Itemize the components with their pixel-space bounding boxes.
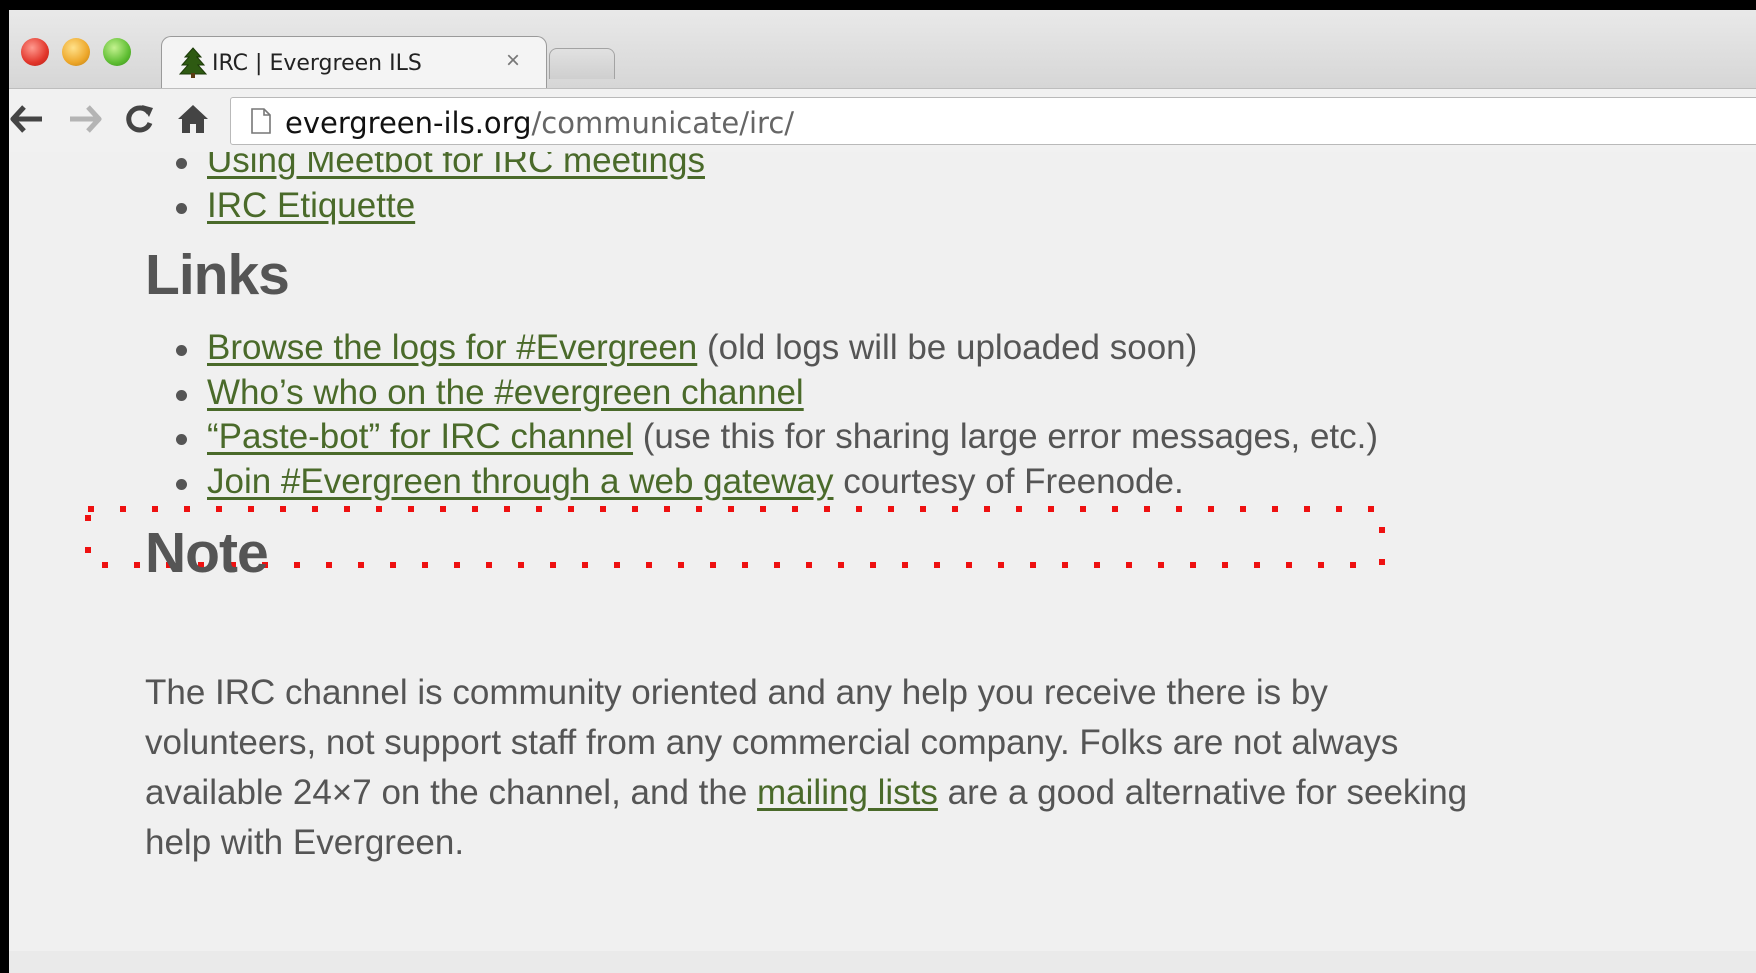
bullet-icon bbox=[176, 203, 187, 214]
bullet-icon bbox=[176, 434, 187, 445]
bullet-icon bbox=[176, 479, 187, 490]
tab-title: IRC | Evergreen ILS bbox=[212, 51, 422, 76]
reload-button[interactable] bbox=[119, 99, 159, 139]
browse-logs-note: (old logs will be uploaded soon) bbox=[697, 328, 1198, 367]
evergreen-tree-favicon-icon bbox=[178, 47, 208, 78]
page-footer-strip bbox=[9, 951, 1756, 973]
url-host: evergreen-ils.org bbox=[285, 106, 532, 140]
new-tab-button[interactable] bbox=[549, 48, 615, 79]
page-icon bbox=[251, 108, 271, 134]
page-content: Using Meetbot for IRC meetings IRC Etiqu… bbox=[9, 152, 1756, 973]
irc-etiquette-link[interactable]: IRC Etiquette bbox=[207, 186, 415, 225]
paste-bot-note: (use this for sharing large error messag… bbox=[633, 417, 1379, 456]
back-button[interactable] bbox=[7, 99, 47, 139]
whos-who-link[interactable]: Who’s who on the #evergreen channel bbox=[207, 373, 804, 412]
browser-tab-active[interactable]: IRC | Evergreen ILS × bbox=[161, 36, 547, 89]
dotted-highlight-box bbox=[85, 506, 1385, 568]
home-icon bbox=[178, 105, 208, 133]
note-paragraph: The IRC channel is community oriented an… bbox=[145, 668, 1495, 868]
screen: IRC | Evergreen ILS × evergreen-ils.org/… bbox=[0, 0, 1756, 973]
browser-chrome: IRC | Evergreen ILS × evergreen-ils.org/… bbox=[9, 10, 1756, 153]
bullet-icon bbox=[176, 345, 187, 356]
home-button[interactable] bbox=[173, 99, 213, 139]
back-arrow-icon bbox=[10, 105, 42, 133]
mailing-lists-link[interactable]: mailing lists bbox=[757, 773, 938, 812]
links-heading: Links bbox=[145, 243, 290, 307]
bullet-icon bbox=[176, 390, 187, 401]
url-path: /communicate/irc/ bbox=[531, 106, 795, 140]
address-bar[interactable]: evergreen-ils.org/communicate/irc/ bbox=[230, 97, 1756, 145]
forward-arrow-icon bbox=[70, 105, 102, 133]
forward-button[interactable] bbox=[65, 99, 105, 139]
tab-close-icon[interactable]: × bbox=[506, 47, 520, 75]
window-close-button[interactable] bbox=[21, 38, 49, 66]
browse-logs-link[interactable]: Browse the logs for #Evergreen bbox=[207, 328, 697, 367]
left-frame-edge bbox=[0, 0, 9, 973]
window-minimize-button[interactable] bbox=[62, 38, 90, 66]
web-gateway-link[interactable]: Join #Evergreen through a web gateway bbox=[207, 462, 834, 501]
window-zoom-button[interactable] bbox=[103, 38, 131, 66]
reload-icon bbox=[126, 105, 153, 133]
browser-toolbar: evergreen-ils.org/communicate/irc/ bbox=[9, 88, 1756, 153]
paste-bot-link[interactable]: “Paste-bot” for IRC channel bbox=[207, 417, 633, 456]
url-text: evergreen-ils.org/communicate/irc/ bbox=[285, 106, 794, 140]
web-gateway-note: courtesy of Freenode. bbox=[833, 462, 1184, 501]
bullet-icon bbox=[176, 158, 187, 169]
meetbot-link[interactable]: Using Meetbot for IRC meetings bbox=[207, 152, 705, 180]
note-heading: Note bbox=[145, 521, 269, 585]
